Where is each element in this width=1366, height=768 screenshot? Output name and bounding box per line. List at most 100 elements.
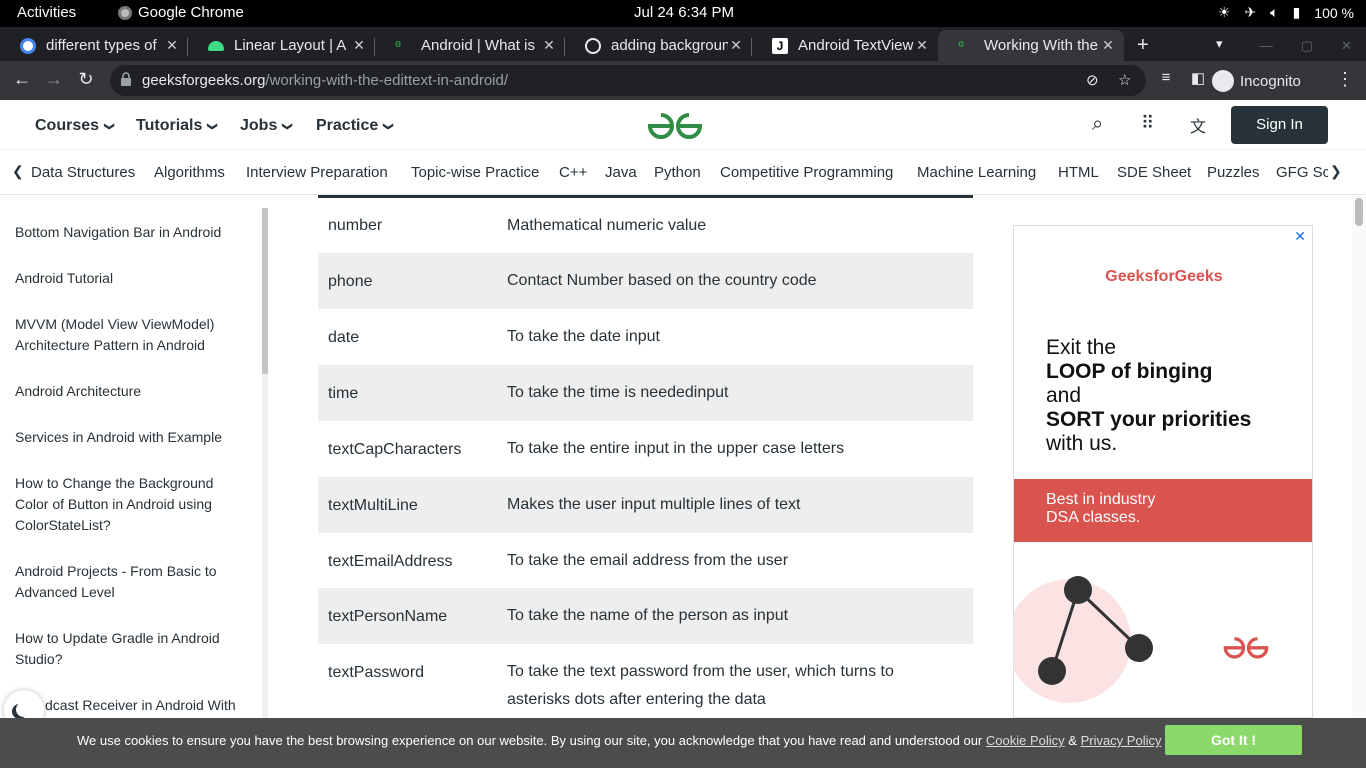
sidebar-scrollbar[interactable] — [262, 208, 268, 718]
close-icon[interactable]: ✕ — [541, 37, 557, 54]
gfg-icon: ɞ — [958, 37, 965, 50]
sidebar-link[interactable]: How to Update Gradle in Android Studio? — [15, 628, 245, 670]
table-row: date To take the date input — [318, 309, 973, 365]
ad-banner-line: Best in industry — [1046, 491, 1156, 508]
subnav-item[interactable]: Competitive Programming — [720, 164, 893, 181]
ad-headline: Exit the LOOP of binging and SORT your p… — [1046, 336, 1251, 456]
input-type: textCapCharacters — [328, 441, 462, 458]
privacy-policy-link[interactable]: Privacy Policy — [1081, 733, 1162, 748]
menu-courses[interactable]: Courses ❯ — [35, 117, 115, 135]
forward-icon[interactable]: → — [42, 69, 66, 90]
subnav-item[interactable]: Python — [654, 164, 701, 181]
clock[interactable]: Jul 24 6:34 PM — [634, 4, 734, 21]
menu-tutorials[interactable]: Tutorials ❯ — [136, 117, 218, 135]
lock-icon — [121, 72, 131, 86]
subnav-item[interactable]: C++ — [559, 164, 587, 181]
tab-working-with-edittext[interactable]: ɞ Working With the ✕ — [938, 30, 1124, 61]
subnav-item[interactable]: Algorithms — [154, 164, 225, 181]
subnav-item[interactable]: HTML — [1058, 164, 1099, 181]
subnav-item[interactable]: Puzzles — [1207, 164, 1260, 181]
incognito-icon — [1212, 70, 1234, 92]
activities-button[interactable]: Activities — [17, 4, 76, 21]
advertisement[interactable]: ✕ GeeksforGeeks Exit the LOOP of binging… — [1013, 225, 1313, 718]
sidebar-link[interactable]: How to Change the Background Color of Bu… — [15, 473, 245, 536]
window-controls: — ▢ ✕ — [1260, 38, 1352, 54]
scroll-right-icon[interactable]: ❯ — [1330, 163, 1342, 180]
subnav-item[interactable]: Topic-wise Practice — [411, 164, 539, 181]
tab-title: adding backgroun — [611, 37, 728, 54]
incognito-indicator[interactable]: Incognito — [1212, 67, 1301, 95]
sidebar-link[interactable]: Android Architecture — [15, 381, 245, 402]
scrollbar-thumb[interactable] — [1355, 198, 1363, 226]
apps-grid-icon[interactable]: ⠿ — [1141, 113, 1154, 134]
tab-android-textview[interactable]: J Android TextView ✕ — [752, 30, 938, 61]
close-icon[interactable]: ✕ — [1100, 37, 1116, 54]
gfg-logo-icon — [1223, 637, 1269, 659]
input-description: Mathematical numeric value — [507, 217, 707, 234]
cookie-policy-link[interactable]: Cookie Policy — [986, 733, 1065, 748]
address-bar[interactable]: geeksforgeeks.org/working-with-the-editt… — [110, 65, 1146, 96]
back-icon[interactable]: ← — [10, 69, 34, 90]
subnav-item[interactable]: Java — [605, 164, 637, 181]
sign-in-button[interactable]: Sign In — [1231, 106, 1328, 144]
minimize-icon[interactable]: — — [1260, 38, 1273, 54]
ad-close-icon[interactable]: ✕ — [1294, 228, 1306, 245]
sidebar-link[interactable]: Android Tutorial — [15, 268, 245, 289]
tab-title: Working With the — [984, 37, 1098, 54]
ad-banner-line: DSA classes. — [1046, 509, 1141, 526]
scroll-left-icon[interactable]: ❮ — [12, 163, 24, 180]
chrome-menu-icon[interactable]: ⋮ — [1336, 69, 1354, 90]
side-panel-icon[interactable]: ◧ — [1186, 69, 1210, 87]
menu-jobs[interactable]: Jobs ❯ — [240, 117, 293, 135]
battery-level: 100 % — [1314, 4, 1354, 21]
page-scrollbar[interactable] — [1352, 196, 1366, 718]
reload-icon[interactable]: ↻ — [74, 69, 98, 90]
close-icon[interactable]: ✕ — [728, 37, 744, 54]
search-icon[interactable]: ⌕ — [1092, 113, 1103, 136]
subnav-item[interactable]: GFG Sch — [1276, 164, 1328, 181]
sidebar-link[interactable]: Bottom Navigation Bar in Android — [15, 222, 245, 243]
close-icon[interactable]: ✕ — [351, 37, 367, 54]
j-icon: J — [772, 37, 788, 54]
eye-off-icon[interactable]: ⊘ — [1086, 71, 1099, 89]
app-menu[interactable]: Google Chrome — [118, 4, 244, 21]
input-description: Contact Number based on the country code — [507, 272, 817, 289]
sidebar-link[interactable]: dcast Receiver in Android With — [45, 695, 262, 716]
tab-title: different types of — [46, 37, 157, 54]
tab-linear-layout[interactable]: Linear Layout | A ✕ — [188, 30, 375, 61]
tab-different-types[interactable]: different types of ✕ — [0, 30, 188, 61]
brightness-icon: ☀ — [1217, 4, 1231, 20]
sidebar-link[interactable]: Android Projects - From Basic to Advance… — [15, 561, 245, 603]
close-icon[interactable]: ✕ — [164, 37, 180, 54]
subnav-item[interactable]: SDE Sheet — [1117, 164, 1191, 181]
site-header: Courses ❯ Tutorials ❯ Jobs ❯ Practice ❯ ⌕ ⠿ … — [0, 100, 1366, 150]
translate-icon[interactable]: 文 — [1190, 113, 1206, 137]
scrollbar-thumb[interactable] — [262, 208, 268, 374]
gfg-logo-icon[interactable] — [646, 110, 704, 140]
accept-cookies-button[interactable]: Got It ! — [1165, 725, 1302, 755]
browser-toolbar: ← → ↻ geeksforgeeks.org/working-with-the… — [0, 61, 1366, 100]
table-row: phone Contact Number based on the countr… — [318, 253, 973, 309]
sidebar-link[interactable]: MVVM (Model View ViewModel) Architecture… — [15, 314, 245, 356]
close-window-icon[interactable]: ✕ — [1341, 38, 1352, 54]
reading-list-icon[interactable]: ≡ — [1154, 69, 1178, 86]
input-type: textMultiLine — [328, 497, 418, 514]
close-icon[interactable]: ✕ — [914, 37, 930, 54]
android-icon — [208, 40, 224, 51]
subnav-item[interactable]: Machine Learning — [917, 164, 1036, 181]
bookmark-star-icon[interactable]: ☆ — [1118, 71, 1131, 89]
sidebar-link[interactable]: Services in Android with Example — [15, 427, 245, 448]
gfg-icon: ɞ — [395, 37, 402, 50]
tab-adding-background[interactable]: adding backgroun ✕ — [565, 30, 752, 61]
system-tray[interactable]: ☀ ✈ 🔈︎ ▮ 100 % — [1218, 4, 1354, 21]
tab-android-what-is[interactable]: ɞ Android | What is ✕ — [375, 30, 565, 61]
ad-line: Exit the — [1046, 336, 1117, 359]
subnav-item[interactable]: Interview Preparation — [246, 164, 388, 181]
menu-practice[interactable]: Practice ❯ — [316, 117, 394, 135]
input-type: phone — [328, 273, 373, 290]
topic-subnav: ❮ Data Structures Algorithms Interview P… — [0, 150, 1366, 195]
new-tab-button[interactable]: + — [1137, 34, 1149, 57]
maximize-icon[interactable]: ▢ — [1301, 38, 1313, 54]
tab-search-chevron-icon[interactable]: ▾ — [1216, 36, 1223, 52]
subnav-item[interactable]: Data Structures — [31, 164, 135, 181]
